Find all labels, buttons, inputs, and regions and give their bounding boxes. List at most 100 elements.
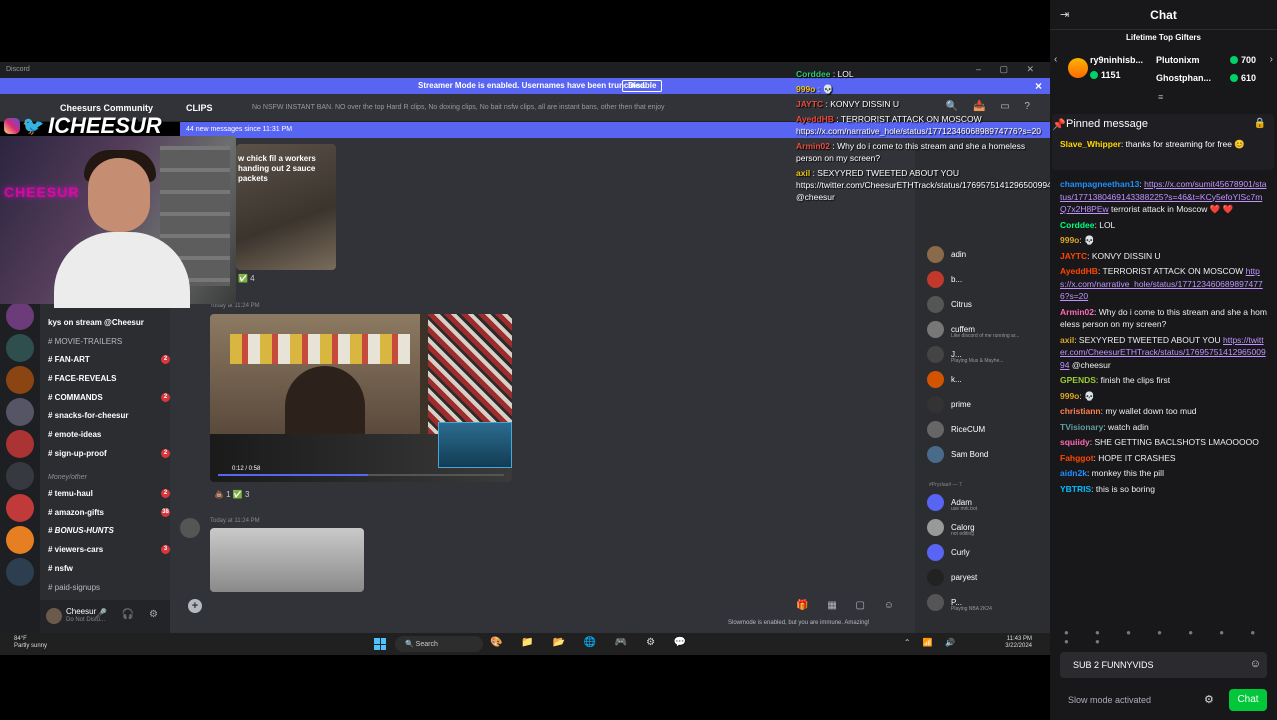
- twitter-icon: 🐦: [22, 116, 45, 136]
- server-icon[interactable]: [6, 302, 34, 330]
- channel-item[interactable]: # BONUS-HUNTS: [48, 526, 114, 535]
- chat-mention[interactable]: @cheesur: [1072, 360, 1111, 370]
- channel-category[interactable]: Money/other: [48, 474, 87, 481]
- server-icon[interactable]: [6, 366, 34, 394]
- member-item[interactable]: Adam use mrk.bot: [927, 494, 1047, 512]
- reaction[interactable]: 💩 1 ✅ 3: [214, 490, 250, 499]
- avatar[interactable]: [46, 608, 62, 624]
- server-icon[interactable]: [6, 462, 34, 490]
- gifter-entry[interactable]: Ghostphan...: [1156, 73, 1211, 83]
- server-icon[interactable]: [6, 558, 34, 586]
- add-attachment-button[interactable]: +: [188, 599, 202, 613]
- channel-item[interactable]: # FAN-ART 2: [48, 355, 170, 364]
- pinned-user[interactable]: Slave_Whipper: [1060, 139, 1121, 149]
- member-item[interactable]: paryest: [927, 569, 1047, 587]
- windows-start-icon[interactable]: [374, 638, 386, 650]
- chat-username[interactable]: squiidy: [1060, 437, 1090, 447]
- channel-item[interactable]: # paid-signups: [48, 583, 100, 592]
- channel-item[interactable]: # COMMANDS 2: [48, 393, 170, 402]
- overlay-chat-line: axil : SEXYYRED TWEETED ABOUT YOU https:…: [796, 168, 1050, 202]
- chevron-right-icon[interactable]: ›: [1270, 54, 1273, 65]
- chat-username[interactable]: christiann: [1060, 406, 1101, 416]
- channel-item[interactable]: # sign-up-proof 2: [48, 449, 170, 458]
- chat-username[interactable]: TVisionary: [1060, 422, 1103, 432]
- channel-item[interactable]: # snacks-for-cheesur: [48, 411, 128, 420]
- gifter-entry[interactable]: Plutonixm: [1156, 55, 1200, 65]
- gear-icon[interactable]: ⚙: [1204, 693, 1214, 706]
- chat-username[interactable]: champagneethan13: [1060, 179, 1139, 189]
- chat-username[interactable]: Corddee: [1060, 220, 1094, 230]
- weather-widget[interactable]: 84°F Partly sunny: [14, 636, 47, 650]
- server-icon[interactable]: [6, 526, 34, 554]
- avatar: [927, 321, 944, 338]
- drag-handle-icon[interactable]: ≡: [1158, 92, 1163, 102]
- member-item[interactable]: k...: [927, 371, 1047, 389]
- overlay-chat-line: Armin02 : Why do i come to this stream a…: [796, 141, 1026, 163]
- gifter-count-value: 700: [1241, 55, 1257, 65]
- message-input[interactable]: + 🎁 ▦ ▢ ☺: [180, 596, 908, 618]
- chat-text: TERRORIST ATTACK ON MOSCOW: [1102, 266, 1244, 276]
- chat-username[interactable]: YBTRIS: [1060, 484, 1091, 494]
- system-tray-icons[interactable]: ⌃ 📶 🔊: [904, 638, 960, 647]
- channel-item[interactable]: # temu-haul 2: [48, 489, 170, 498]
- member-item[interactable]: Calorg not editing: [927, 519, 1047, 537]
- image-attachment[interactable]: [210, 528, 364, 592]
- taskbar-clock[interactable]: 11:43 PM 3/22/2024: [1005, 636, 1032, 650]
- channel-item[interactable]: kys on stream @Cheesur: [48, 318, 144, 327]
- channel-item[interactable]: # emote-ideas: [48, 430, 101, 439]
- chat-username[interactable]: axil: [1060, 335, 1074, 345]
- input-toolbar-icons[interactable]: 🎁 ▦ ▢ ☺: [796, 600, 902, 611]
- member-item[interactable]: Sam Bond: [927, 446, 1047, 464]
- channel-item[interactable]: # MOVIE-TRAILERS: [48, 337, 122, 346]
- server-icon[interactable]: [6, 494, 34, 522]
- chat-input[interactable]: SUB 2 FUNNYVIDS ☺: [1060, 652, 1267, 678]
- channel-item[interactable]: # viewers-cars 3: [48, 545, 170, 554]
- pinned-message[interactable]: 📌 Pinned message 🔒 Slave_Whipper: thanks…: [1052, 114, 1274, 170]
- video-time: 0:12 / 0:58: [232, 466, 261, 472]
- video-progress-fill: [218, 474, 368, 476]
- lock-icon[interactable]: 🔒: [1254, 118, 1266, 129]
- chevron-left-icon[interactable]: ‹: [1054, 54, 1057, 65]
- video-player[interactable]: 0:12 / 0:58: [210, 314, 512, 482]
- member-item[interactable]: prime: [927, 396, 1047, 414]
- user-controls-icons[interactable]: 🎤 🎧 ⚙: [95, 609, 164, 620]
- chat-username[interactable]: JAYTC: [1060, 251, 1087, 261]
- chat-username[interactable]: Fahggot: [1060, 453, 1094, 463]
- emote-bar[interactable]: ● ● ● ● ● ● ● ● ●: [1064, 628, 1269, 646]
- member-item[interactable]: Citrus: [927, 296, 1047, 314]
- disable-streamer-mode-button[interactable]: Disable: [622, 80, 663, 92]
- chat-text: KONVY DISSIN U: [1091, 250, 1161, 261]
- emote-picker-icon[interactable]: ☺: [1250, 658, 1261, 670]
- clip-thumbnail[interactable]: w chick fil a workers handing out 2 sauc…: [236, 144, 336, 270]
- server-icon[interactable]: [6, 398, 34, 426]
- unread-badge: 2: [161, 355, 170, 364]
- overlay-chat-user: Armin02: [796, 141, 831, 151]
- channel-item[interactable]: # amazon-gifts 38: [48, 508, 170, 517]
- channel-item[interactable]: # FACE-REVEALS: [48, 374, 116, 383]
- member-item[interactable]: Curly: [927, 544, 1047, 562]
- member-item[interactable]: cuffem Like discord of me running ar...: [927, 321, 1047, 339]
- send-chat-button[interactable]: Chat: [1229, 689, 1267, 711]
- chat-username[interactable]: AyeddHB: [1060, 266, 1098, 276]
- chat-username[interactable]: aidn2k: [1060, 468, 1087, 478]
- stream-screen: Discord – ▢ ✕ Streamer Mode is enabled. …: [0, 0, 1277, 720]
- gifter-entry[interactable]: ry9ninhisb...: [1090, 55, 1143, 65]
- chat-username[interactable]: Armin02: [1060, 307, 1094, 317]
- avatar[interactable]: [180, 518, 200, 538]
- chat-message: aidn2k: monkey this the pill: [1060, 468, 1164, 478]
- chat-username[interactable]: GPENDS: [1060, 375, 1096, 385]
- member-item[interactable]: P... Playing NBA 2K24: [927, 594, 1047, 612]
- member-item[interactable]: adin: [927, 246, 1047, 264]
- taskbar-search[interactable]: 🔍 Search: [395, 636, 483, 652]
- member-item[interactable]: RiceCUM: [927, 421, 1047, 439]
- channel-item[interactable]: # nsfw: [48, 564, 73, 573]
- member-item[interactable]: J... Playing Mus & Mayhe...: [927, 346, 1047, 364]
- member-item[interactable]: b...: [927, 271, 1047, 289]
- chat-username[interactable]: 999o: [1060, 235, 1079, 245]
- taskbar-app-icons[interactable]: 🎨 📁 📂 🌐 🎮 ⚙ 💬: [490, 637, 694, 648]
- server-icon[interactable]: [6, 430, 34, 458]
- reaction[interactable]: ✅ 4: [238, 274, 255, 283]
- channel-topic[interactable]: No NSFW INSTANT BAN. NO over the top Har…: [252, 104, 665, 111]
- chat-username[interactable]: 999o: [1060, 391, 1079, 401]
- server-icon[interactable]: [6, 334, 34, 362]
